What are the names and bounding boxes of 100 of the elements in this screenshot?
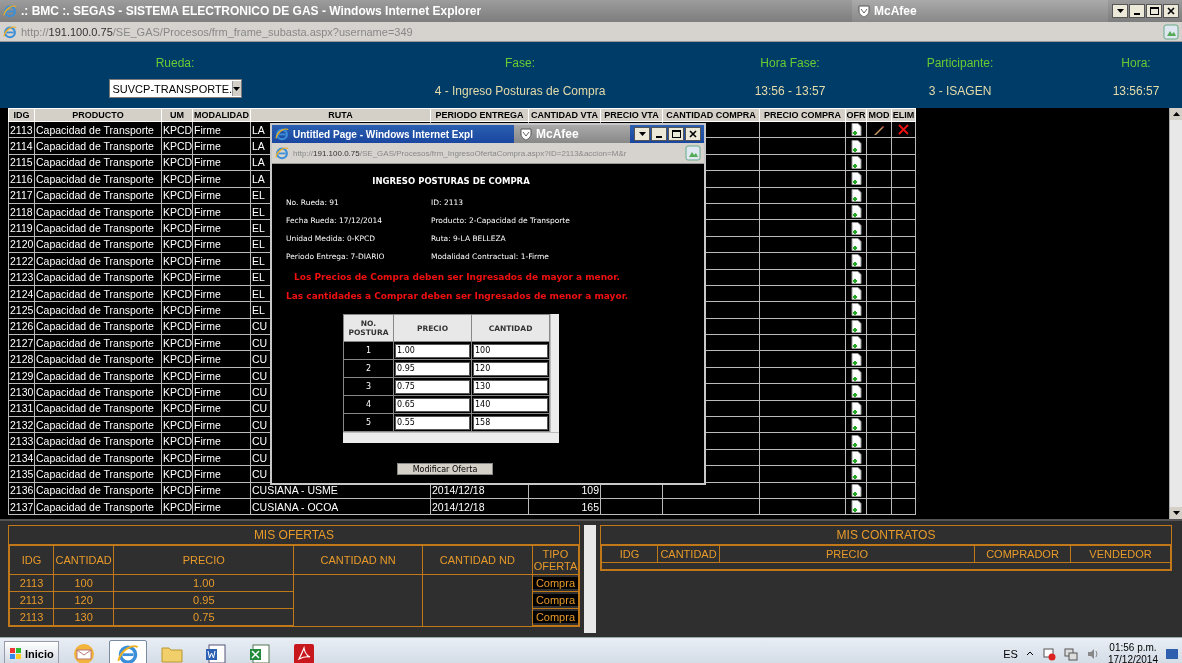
- document-add-icon[interactable]: [850, 319, 862, 333]
- scrollbar[interactable]: [343, 432, 559, 443]
- taskbar-app[interactable]: [108, 639, 147, 663]
- scrollbar[interactable]: [584, 525, 596, 633]
- hora-label: Hora:: [1121, 56, 1151, 70]
- column-header: ELIM: [891, 108, 916, 122]
- document-add-icon[interactable]: [850, 500, 862, 514]
- show-desktop-icon[interactable]: [1166, 647, 1178, 660]
- table-cell: Firme: [192, 400, 251, 417]
- flag-icon[interactable]: [1041, 646, 1056, 661]
- document-add-icon[interactable]: [850, 237, 862, 251]
- table-cell: Firme: [192, 432, 251, 450]
- dropdown-button[interactable]: [1112, 4, 1128, 18]
- chevron-up-icon[interactable]: [1025, 649, 1034, 658]
- quantity-field[interactable]: 140: [473, 397, 548, 412]
- document-add-icon[interactable]: [850, 123, 862, 137]
- table-cell: 2128: [8, 350, 35, 368]
- close-button[interactable]: [1163, 4, 1179, 18]
- table-cell: Compra: [532, 594, 578, 606]
- document-add-icon[interactable]: [850, 352, 862, 366]
- dropdown-button[interactable]: [634, 127, 650, 141]
- document-add-icon[interactable]: [850, 287, 862, 301]
- table-cell: KPCD: [161, 121, 193, 138]
- document-add-icon[interactable]: [850, 418, 862, 432]
- document-add-icon[interactable]: [850, 254, 862, 268]
- document-add-icon[interactable]: [850, 270, 862, 284]
- arrow-up-icon[interactable]: [1172, 112, 1180, 116]
- table-cell: 2134: [8, 449, 35, 466]
- document-add-icon[interactable]: [850, 385, 862, 399]
- column-header: PERIODO ENTREGA: [430, 108, 529, 122]
- column-header: MODALIDAD: [192, 108, 251, 122]
- table-cell: Firme: [192, 187, 251, 204]
- arrow-down-icon[interactable]: [1172, 511, 1180, 515]
- table-cell: Capacidad de Transporte: [34, 400, 162, 417]
- table-cell: 2126: [8, 318, 35, 335]
- browser-logo-icon: [116, 642, 139, 663]
- rueda-select[interactable]: SUVCP-TRANSPORTE.: [108, 79, 242, 98]
- quantity-field[interactable]: 100: [473, 343, 548, 358]
- quantity-field[interactable]: 158: [473, 415, 548, 430]
- document-add-icon[interactable]: [850, 188, 862, 202]
- scrollbar[interactable]: [550, 314, 559, 432]
- table-cell: KPCD: [161, 219, 193, 237]
- modify-offer-button[interactable]: Modificar Oferta: [397, 463, 493, 475]
- brand-text: McAfee: [536, 127, 579, 141]
- column-header: PRODUCTO: [34, 108, 162, 122]
- scrollbar[interactable]: [1169, 108, 1182, 519]
- table-cell: Firme: [192, 334, 251, 351]
- document-add-icon[interactable]: [850, 434, 862, 448]
- price-field[interactable]: 1.00: [395, 343, 470, 358]
- brand-text: McAfee: [874, 4, 917, 18]
- participante-label: Participante:: [926, 56, 994, 70]
- table-cell: Firme: [192, 154, 251, 171]
- minimize-button[interactable]: [651, 127, 667, 141]
- table-cell: 2113: [9, 591, 54, 609]
- shield-icon: [520, 127, 532, 141]
- document-add-icon[interactable]: [850, 401, 862, 415]
- fase-value: 4 - Ingreso Posturas de Compra: [434, 84, 606, 98]
- table-cell: 0.75: [113, 608, 294, 626]
- quantity-field[interactable]: 130: [473, 379, 548, 394]
- page-icon: [1163, 23, 1179, 40]
- document-add-icon[interactable]: [850, 172, 862, 186]
- price-field[interactable]: 0.95: [395, 361, 470, 376]
- document-add-icon[interactable]: [850, 336, 862, 350]
- table-cell: 2127: [8, 334, 35, 351]
- document-add-icon[interactable]: [850, 155, 862, 169]
- table-cell: Capacidad de Transporte: [34, 187, 162, 204]
- delete-icon[interactable]: [898, 124, 909, 136]
- browser-logo-icon: [3, 24, 17, 39]
- document-add-icon[interactable]: [850, 369, 862, 383]
- document-add-icon[interactable]: [850, 451, 862, 464]
- document-add-icon[interactable]: [850, 221, 862, 235]
- maximize-button[interactable]: [1146, 4, 1162, 18]
- table-cell: Firme: [192, 367, 251, 384]
- column-header: CANTIDAD ND: [422, 545, 533, 575]
- document-add-icon[interactable]: [850, 303, 862, 317]
- document-add-icon[interactable]: [850, 483, 862, 497]
- network-icon[interactable]: [1063, 646, 1078, 661]
- document-add-icon[interactable]: [850, 139, 862, 153]
- language-indicator[interactable]: ES: [1003, 647, 1018, 660]
- table-cell: 2113: [9, 574, 54, 592]
- table-cell: KPCD: [161, 318, 193, 335]
- maximize-icon: [671, 130, 681, 138]
- column-header: PRECIO COMPRA: [759, 108, 846, 122]
- address-bar[interactable]: http://191.100.0.75/SE_GAS/Procesos/frm_IngresoOfertaCompra.aspx?ID=2113&accion=M&r: [272, 143, 704, 164]
- price-field[interactable]: 0.75: [395, 379, 470, 394]
- address-bar[interactable]: http://191.100.0.75/SE_GAS/Procesos/frm_frame_subasta.aspx?username=349: [0, 22, 1182, 42]
- close-button[interactable]: [685, 127, 701, 141]
- document-add-icon[interactable]: [850, 467, 862, 481]
- start-button[interactable]: Inicio: [4, 641, 59, 663]
- price-field[interactable]: 0.65: [395, 397, 470, 412]
- quantity-field[interactable]: 120: [473, 361, 548, 376]
- pencil-icon[interactable]: [873, 123, 885, 136]
- price-field[interactable]: 0.55: [395, 415, 470, 430]
- table-cell: Capacidad de Transporte: [34, 498, 162, 515]
- clock[interactable]: 01:56 p.m. 17/12/2014: [1107, 641, 1158, 663]
- maximize-icon: [1149, 7, 1159, 15]
- minimize-button[interactable]: [1129, 4, 1145, 18]
- table-cell: Capacidad de Transporte: [34, 449, 162, 466]
- maximize-button[interactable]: [668, 127, 684, 141]
- document-add-icon[interactable]: [850, 205, 862, 219]
